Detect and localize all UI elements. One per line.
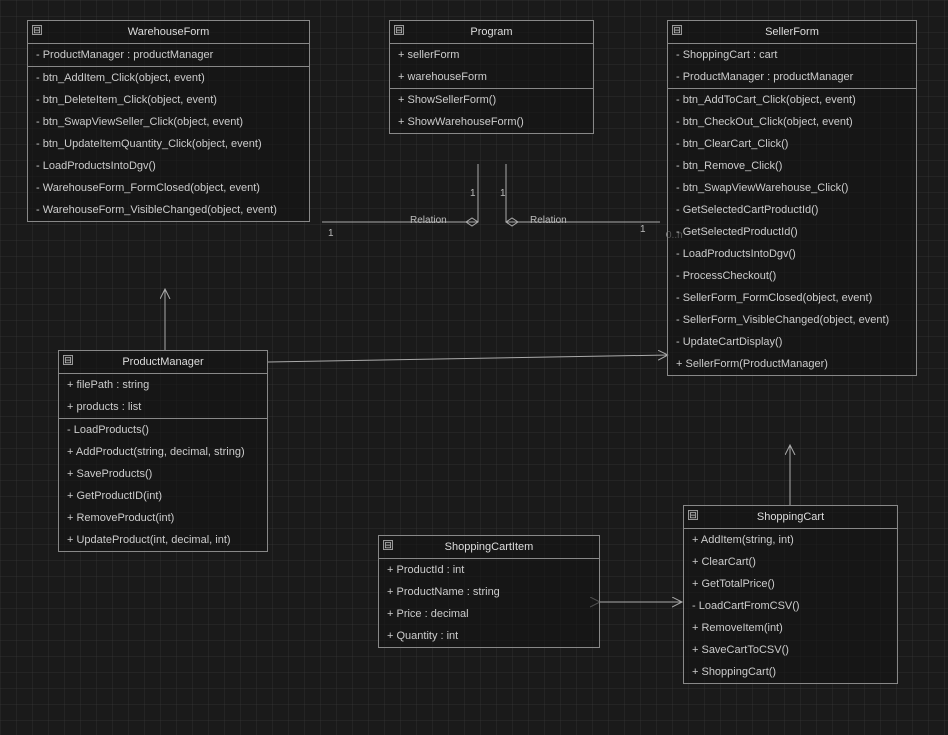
collapse-icon[interactable]: ⊟ xyxy=(394,25,404,35)
class-warehouseform[interactable]: ⊟ WarehouseForm - ProductManager : produ… xyxy=(27,20,310,222)
methods-section: + AddItem(string, int) + ClearCart() + G… xyxy=(684,529,897,683)
methods-section: - LoadProducts() + AddProduct(string, de… xyxy=(59,419,267,551)
class-name-label: WarehouseForm xyxy=(128,26,210,38)
method-row: - btn_AddToCart_Click(object, event) xyxy=(668,89,916,111)
method-row: - ProcessCheckout() xyxy=(668,265,916,287)
class-shoppingcart[interactable]: ⊟ ShoppingCart + AddItem(string, int) + … xyxy=(683,505,898,684)
method-row: + UpdateProduct(int, decimal, int) xyxy=(59,529,267,551)
class-shoppingcartitem[interactable]: ⊟ ShoppingCartItem + ProductId : int + P… xyxy=(378,535,600,648)
method-row: - UpdateCartDisplay() xyxy=(668,331,916,353)
collapse-icon[interactable]: ⊟ xyxy=(688,510,698,520)
method-row: - btn_SwapViewWarehouse_Click() xyxy=(668,177,916,199)
class-name-label: SellerForm xyxy=(765,26,819,38)
multiplicity-warehouse: 1 xyxy=(328,228,334,239)
method-row: - SellerForm_VisibleChanged(object, even… xyxy=(668,309,916,331)
method-row: - btn_Remove_Click() xyxy=(668,155,916,177)
method-row: - LoadProductsIntoDgv() xyxy=(668,243,916,265)
method-row: - WarehouseForm_VisibleChanged(object, e… xyxy=(28,199,309,221)
method-row: - btn_CheckOut_Click(object, event) xyxy=(668,111,916,133)
attribute-row: - ProductManager : productManager xyxy=(668,66,916,88)
method-row: + SellerForm(ProductManager) xyxy=(668,353,916,375)
relation-label-left: Relation xyxy=(410,215,447,226)
attributes-section: - ProductManager : productManager xyxy=(28,44,309,67)
methods-section: + ShowSellerForm() + ShowWarehouseForm() xyxy=(390,89,593,133)
method-row: - SellerForm_FormClosed(object, event) xyxy=(668,287,916,309)
attribute-row: + filePath : string xyxy=(59,374,267,396)
class-name-label: Program xyxy=(470,26,512,38)
method-row: + ShowSellerForm() xyxy=(390,89,593,111)
class-name-label: ShoppingCart xyxy=(757,511,824,523)
multiplicity-program-right: 1 xyxy=(500,188,506,199)
method-row: - btn_ClearCart_Click() xyxy=(668,133,916,155)
attribute-row: - ShoppingCart : cart xyxy=(668,44,916,66)
method-row: + RemoveItem(int) xyxy=(684,617,897,639)
methods-section: - btn_AddItem_Click(object, event) - btn… xyxy=(28,67,309,221)
attribute-row: + products : list xyxy=(59,396,267,418)
attributes-section: + sellerForm + warehouseForm xyxy=(390,44,593,89)
collapse-icon[interactable]: ⊟ xyxy=(672,25,682,35)
multiplicity-program-left: 1 xyxy=(470,188,476,199)
method-row: - btn_SwapViewSeller_Click(object, event… xyxy=(28,111,309,133)
collapse-icon[interactable]: ⊟ xyxy=(63,355,73,365)
method-row: - LoadCartFromCSV() xyxy=(684,595,897,617)
method-row: - WarehouseForm_FormClosed(object, event… xyxy=(28,177,309,199)
attribute-row: + Price : decimal xyxy=(379,603,599,625)
method-row: + SaveProducts() xyxy=(59,463,267,485)
method-row: + AddItem(string, int) xyxy=(684,529,897,551)
class-name-label: ShoppingCartItem xyxy=(445,541,534,553)
method-row: + GetTotalPrice() xyxy=(684,573,897,595)
method-row: + GetProductID(int) xyxy=(59,485,267,507)
method-row: - btn_DeleteItem_Click(object, event) xyxy=(28,89,309,111)
relation-label-right: Relation xyxy=(530,215,567,226)
multiplicity-seller-1: 1 xyxy=(640,224,646,235)
attribute-row: - ProductManager : productManager xyxy=(28,44,309,66)
attributes-section: + filePath : string + products : list xyxy=(59,374,267,419)
method-row: + RemoveProduct(int) xyxy=(59,507,267,529)
method-row: - LoadProducts() xyxy=(59,419,267,441)
attributes-section: - ShoppingCart : cart - ProductManager :… xyxy=(668,44,916,89)
class-productmanager[interactable]: ⊟ ProductManager + filePath : string + p… xyxy=(58,350,268,552)
class-title: ⊟ ProductManager xyxy=(59,351,267,374)
attribute-row: + sellerForm xyxy=(390,44,593,66)
method-row: - btn_AddItem_Click(object, event) xyxy=(28,67,309,89)
class-sellerform[interactable]: ⊟ SellerForm - ShoppingCart : cart - Pro… xyxy=(667,20,917,376)
method-row: + SaveCartToCSV() xyxy=(684,639,897,661)
methods-section: - btn_AddToCart_Click(object, event) - b… xyxy=(668,89,916,375)
method-row: - GetSelectedCartProductId() xyxy=(668,199,916,221)
attribute-row: + ProductId : int xyxy=(379,559,599,581)
method-row: - GetSelectedProductId() xyxy=(668,221,916,243)
method-row: - btn_UpdateItemQuantity_Click(object, e… xyxy=(28,133,309,155)
method-row: - LoadProductsIntoDgv() xyxy=(28,155,309,177)
class-title: ⊟ SellerForm xyxy=(668,21,916,44)
collapse-icon[interactable]: ⊟ xyxy=(32,25,42,35)
attribute-row: + warehouseForm xyxy=(390,66,593,88)
collapse-icon[interactable]: ⊟ xyxy=(383,540,393,550)
attribute-row: + Quantity : int xyxy=(379,625,599,647)
attributes-section: + ProductId : int + ProductName : string… xyxy=(379,559,599,647)
method-row: + AddProduct(string, decimal, string) xyxy=(59,441,267,463)
class-name-label: ProductManager xyxy=(122,356,203,368)
method-row: + ShoppingCart() xyxy=(684,661,897,683)
class-title: ⊟ ShoppingCart xyxy=(684,506,897,529)
class-program[interactable]: ⊟ Program + sellerForm + warehouseForm +… xyxy=(389,20,594,134)
class-title: ⊟ WarehouseForm xyxy=(28,21,309,44)
class-title: ⊟ ShoppingCartItem xyxy=(379,536,599,559)
class-title: ⊟ Program xyxy=(390,21,593,44)
attribute-row: + ProductName : string xyxy=(379,581,599,603)
method-row: + ShowWarehouseForm() xyxy=(390,111,593,133)
method-row: + ClearCart() xyxy=(684,551,897,573)
